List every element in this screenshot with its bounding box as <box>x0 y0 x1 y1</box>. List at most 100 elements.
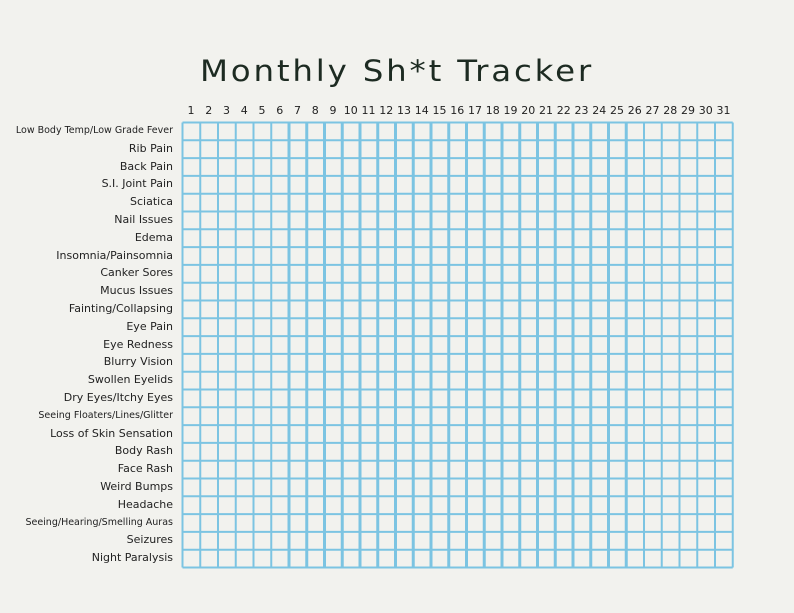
tracker-cell[interactable] <box>715 390 733 408</box>
tracker-cell[interactable] <box>183 514 201 532</box>
tracker-cell[interactable] <box>218 372 236 390</box>
tracker-cell[interactable] <box>271 140 289 158</box>
tracker-cell[interactable] <box>697 212 715 230</box>
tracker-cell[interactable] <box>183 194 201 212</box>
tracker-cell[interactable] <box>254 283 272 301</box>
tracker-cell[interactable] <box>254 301 272 319</box>
tracker-cell[interactable] <box>573 265 591 283</box>
tracker-cell[interactable] <box>538 265 556 283</box>
tracker-cell[interactable] <box>289 247 307 265</box>
tracker-cell[interactable] <box>254 514 272 532</box>
tracker-cell[interactable] <box>538 496 556 514</box>
tracker-cell[interactable] <box>342 265 360 283</box>
tracker-cell[interactable] <box>715 265 733 283</box>
tracker-cell[interactable] <box>662 514 680 532</box>
tracker-cell[interactable] <box>413 336 431 354</box>
tracker-cell[interactable] <box>236 407 254 425</box>
tracker-cell[interactable] <box>644 176 662 194</box>
tracker-cell[interactable] <box>431 123 449 141</box>
tracker-cell[interactable] <box>413 461 431 479</box>
tracker-cell[interactable] <box>680 514 698 532</box>
tracker-cell[interactable] <box>360 229 378 247</box>
tracker-cell[interactable] <box>200 194 218 212</box>
tracker-cell[interactable] <box>609 265 627 283</box>
tracker-cell[interactable] <box>520 354 538 372</box>
tracker-cell[interactable] <box>573 247 591 265</box>
tracker-cell[interactable] <box>200 212 218 230</box>
tracker-cell[interactable] <box>307 229 325 247</box>
tracker-cell[interactable] <box>307 140 325 158</box>
tracker-cell[interactable] <box>502 194 520 212</box>
tracker-cell[interactable] <box>396 247 414 265</box>
tracker-cell[interactable] <box>431 514 449 532</box>
tracker-cell[interactable] <box>218 123 236 141</box>
tracker-cell[interactable] <box>644 514 662 532</box>
tracker-cell[interactable] <box>396 265 414 283</box>
tracker-cell[interactable] <box>271 176 289 194</box>
tracker-cell[interactable] <box>218 532 236 550</box>
tracker-cell[interactable] <box>697 390 715 408</box>
tracker-cell[interactable] <box>254 443 272 461</box>
tracker-cell[interactable] <box>449 372 467 390</box>
tracker-cell[interactable] <box>449 265 467 283</box>
tracker-cell[interactable] <box>271 247 289 265</box>
tracker-cell[interactable] <box>591 265 609 283</box>
tracker-cell[interactable] <box>484 372 502 390</box>
tracker-cell[interactable] <box>342 425 360 443</box>
tracker-cell[interactable] <box>573 443 591 461</box>
tracker-cell[interactable] <box>413 194 431 212</box>
tracker-cell[interactable] <box>183 265 201 283</box>
tracker-cell[interactable] <box>520 123 538 141</box>
tracker-cell[interactable] <box>502 336 520 354</box>
tracker-cell[interactable] <box>254 390 272 408</box>
tracker-cell[interactable] <box>484 336 502 354</box>
tracker-cell[interactable] <box>715 336 733 354</box>
tracker-cell[interactable] <box>520 158 538 176</box>
tracker-cell[interactable] <box>697 318 715 336</box>
tracker-cell[interactable] <box>555 318 573 336</box>
tracker-cell[interactable] <box>307 336 325 354</box>
tracker-cell[interactable] <box>680 336 698 354</box>
tracker-cell[interactable] <box>573 301 591 319</box>
tracker-cell[interactable] <box>431 407 449 425</box>
tracker-cell[interactable] <box>325 532 343 550</box>
tracker-cell[interactable] <box>520 514 538 532</box>
tracker-cell[interactable] <box>644 194 662 212</box>
tracker-cell[interactable] <box>396 212 414 230</box>
tracker-cell[interactable] <box>325 390 343 408</box>
tracker-cell[interactable] <box>431 496 449 514</box>
tracker-cell[interactable] <box>555 229 573 247</box>
tracker-cell[interactable] <box>644 283 662 301</box>
tracker-cell[interactable] <box>183 229 201 247</box>
tracker-cell[interactable] <box>715 550 733 568</box>
tracker-cell[interactable] <box>680 354 698 372</box>
tracker-cell[interactable] <box>467 532 485 550</box>
tracker-cell[interactable] <box>715 301 733 319</box>
tracker-cell[interactable] <box>342 461 360 479</box>
tracker-cell[interactable] <box>342 496 360 514</box>
tracker-cell[interactable] <box>218 390 236 408</box>
tracker-cell[interactable] <box>413 301 431 319</box>
tracker-cell[interactable] <box>325 318 343 336</box>
tracker-cell[interactable] <box>715 532 733 550</box>
tracker-cell[interactable] <box>396 140 414 158</box>
tracker-cell[interactable] <box>555 479 573 497</box>
tracker-cell[interactable] <box>378 212 396 230</box>
tracker-cell[interactable] <box>431 318 449 336</box>
tracker-cell[interactable] <box>342 194 360 212</box>
tracker-cell[interactable] <box>662 123 680 141</box>
tracker-cell[interactable] <box>591 318 609 336</box>
tracker-cell[interactable] <box>520 336 538 354</box>
tracker-cell[interactable] <box>325 496 343 514</box>
tracker-cell[interactable] <box>183 354 201 372</box>
tracker-cell[interactable] <box>396 194 414 212</box>
tracker-cell[interactable] <box>662 532 680 550</box>
tracker-cell[interactable] <box>342 550 360 568</box>
tracker-cell[interactable] <box>378 247 396 265</box>
tracker-cell[interactable] <box>644 443 662 461</box>
tracker-cell[interactable] <box>680 496 698 514</box>
tracker-cell[interactable] <box>360 140 378 158</box>
tracker-cell[interactable] <box>360 318 378 336</box>
tracker-cell[interactable] <box>626 212 644 230</box>
tracker-cell[interactable] <box>555 194 573 212</box>
